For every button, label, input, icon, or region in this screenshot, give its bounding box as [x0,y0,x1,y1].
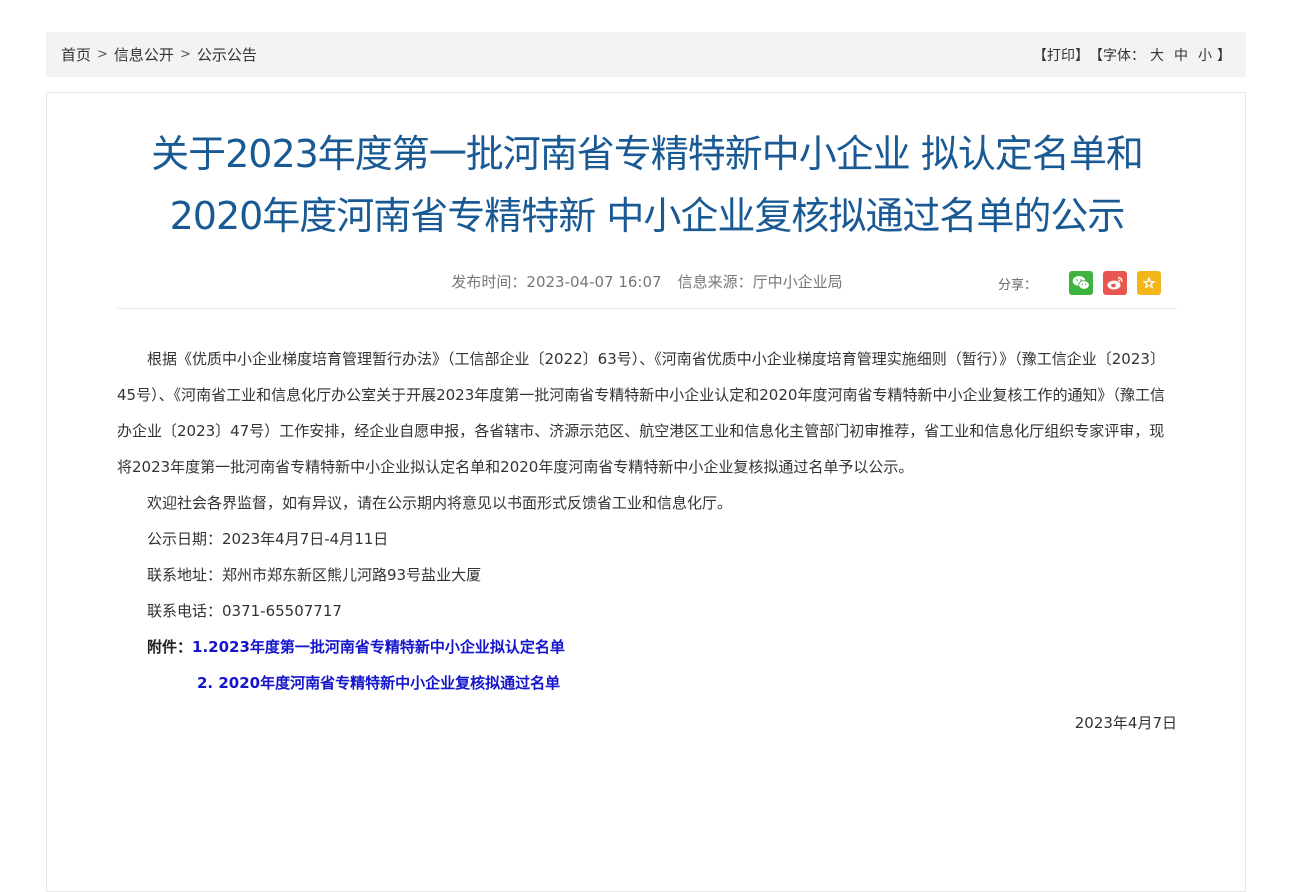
font-medium-button[interactable]: 中 [1174,45,1188,65]
print-button[interactable]: 【打印】 [1033,45,1089,65]
font-small-button[interactable]: 小 [1198,45,1212,65]
font-large-button[interactable]: 大 [1150,45,1164,65]
content-paragraph: 欢迎社会各界监督，如有异议，请在公示期内将意见以书面形式反馈省工业和信息化厅。 [147,494,733,512]
article-panel: 关于2023年度第一批河南省专精特新中小企业 拟认定名单和2020年度河南省专精… [46,92,1246,892]
share-label: 分享： [997,277,1037,293]
star-icon[interactable] [1137,271,1161,295]
content-paragraph: 联系电话：0371-65507717 [147,602,342,620]
article-meta: 发布时间：2023-04-07 16:07 信息来源：厅中小企业局 分享： [117,259,1177,309]
page-tools: 【打印】 【字体： 大 中 小 】 [1033,45,1231,65]
attachment-link-2[interactable]: 2. 2020年度河南省专精特新中小企业复核拟通过名单 [197,674,560,692]
attachment-label: 附件： [147,638,193,656]
breadcrumb-announcements-link[interactable]: 公示公告 [197,44,257,65]
attachment-row: 2. 2020年度河南省专精特新中小企业复核拟通过名单 [117,665,1177,701]
attachment-link-1[interactable]: 1.2023年度第一批河南省专精特新中小企业拟认定名单 [192,638,565,656]
breadcrumb-home-link[interactable]: 首页 [61,44,91,65]
font-size-label: 【字体： [1089,47,1145,64]
breadcrumb-info-public-link[interactable]: 信息公开 [114,44,174,65]
publish-time-label: 发布时间： [451,273,527,291]
breadcrumb-separator: > [97,47,108,62]
content-paragraph: 根据《优质中小企业梯度培育管理暂行办法》（工信部企业〔2022〕63号）、《河南… [117,350,1165,476]
source-label: 信息来源： [677,273,753,291]
article-date: 2023年4月7日 [1074,714,1177,732]
attachment-row: 附件：1.2023年度第一批河南省专精特新中小企业拟认定名单 [117,629,1177,665]
article-title: 关于2023年度第一批河南省专精特新中小企业 拟认定名单和2020年度河南省专精… [151,132,1144,238]
content-paragraph: 联系地址：郑州市郑东新区熊儿河路93号盐业大厦 [147,566,482,584]
publish-time: 2023-04-07 16:07 [526,273,662,291]
breadcrumb: 首页 > 信息公开 > 公示公告 [61,44,257,65]
share-bar: 分享： [998,271,1161,295]
breadcrumb-separator: > [179,47,191,62]
source-value: 厅中小企业局 [752,273,843,291]
font-size-bracket: 】 [1217,47,1231,64]
content-paragraph: 公示日期：2023年4月7日-4月11日 [147,530,389,548]
wechat-icon[interactable] [1069,271,1093,295]
article-content: 根据《优质中小企业梯度培育管理暂行办法》（工信部企业〔2022〕63号）、《河南… [117,341,1177,741]
weibo-icon[interactable] [1103,271,1127,295]
breadcrumb-bar: 首页 > 信息公开 > 公示公告 【打印】 【字体： 大 中 小 】 [46,32,1246,77]
